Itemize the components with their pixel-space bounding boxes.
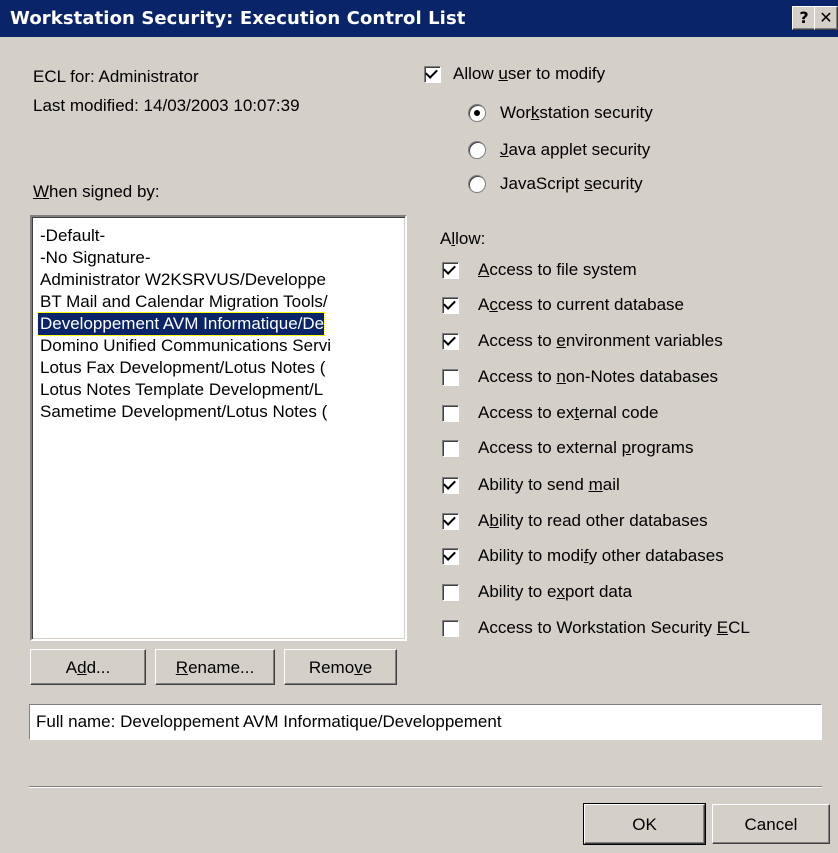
- checkbox-label: Ability to send mail: [478, 475, 620, 494]
- signers-listbox[interactable]: -Default- -No Signature- Administrator W…: [30, 215, 407, 641]
- checkbox-access-external-programs[interactable]: [442, 440, 459, 457]
- list-item[interactable]: BT Mail and Calendar Migration Tools/: [40, 291, 328, 313]
- radio-workstation-security-label: Workstation security: [500, 103, 653, 122]
- radio-workstation-security[interactable]: [468, 104, 486, 122]
- list-item[interactable]: Sametime Development/Lotus Notes (: [40, 401, 327, 423]
- allow-label: Allow:: [440, 229, 486, 248]
- allow-user-modify-label: Allow user to modify: [453, 64, 606, 83]
- list-item[interactable]: -Default-: [40, 225, 105, 247]
- radio-java-applet-security-label: Java applet security: [500, 140, 651, 159]
- radio-javascript-security-label: JavaScript security: [500, 174, 643, 193]
- checkbox-label: Access to non-Notes databases: [478, 367, 719, 386]
- checkbox-label: Access to current database: [478, 295, 685, 314]
- radio-java-applet-security[interactable]: [468, 141, 486, 159]
- add-button[interactable]: Add...: [30, 649, 146, 685]
- checkbox-access-external-code[interactable]: [442, 405, 459, 422]
- checkbox-label: Access to external code: [478, 403, 659, 422]
- full-name-box: Full name: Developpement AVM Informatiqu…: [29, 704, 822, 740]
- list-item[interactable]: -No Signature-: [40, 247, 151, 269]
- checkbox-label: Access to Workstation Security ECL: [478, 618, 750, 637]
- checkbox-ability-send-mail[interactable]: [442, 477, 459, 494]
- rename-button[interactable]: Rename...: [155, 649, 275, 685]
- list-item-selected[interactable]: Developpement AVM Informatique/De: [36, 312, 326, 336]
- checkbox-access-file-system[interactable]: [442, 262, 459, 279]
- list-item[interactable]: Domino Unified Communications Servi: [40, 335, 331, 357]
- when-signed-by-label: When signed by:: [33, 182, 160, 201]
- title-bar: Workstation Security: Execution Control …: [0, 0, 838, 37]
- ok-button[interactable]: OK: [583, 803, 706, 845]
- checkbox-access-current-database[interactable]: [442, 297, 459, 314]
- allow-user-modify-checkbox[interactable]: [424, 66, 441, 83]
- checkbox-ability-read-other-databases[interactable]: [442, 513, 459, 530]
- checkbox-label: Access to file system: [478, 260, 637, 279]
- list-item[interactable]: Lotus Notes Template Development/L: [40, 379, 323, 401]
- checkbox-access-non-notes-databases[interactable]: [442, 369, 459, 386]
- cancel-button[interactable]: Cancel: [712, 804, 830, 844]
- close-button[interactable]: ✕: [814, 6, 838, 30]
- separator: [29, 786, 822, 788]
- list-item[interactable]: Lotus Fax Development/Lotus Notes (: [40, 357, 325, 379]
- window-title: Workstation Security: Execution Control …: [10, 8, 466, 29]
- checkbox-access-environment-variables[interactable]: [442, 333, 459, 350]
- full-name-text: Full name: Developpement AVM Informatiqu…: [36, 712, 502, 731]
- radio-javascript-security[interactable]: [468, 175, 486, 193]
- last-modified-label: Last modified: 14/03/2003 10:07:39: [33, 96, 300, 115]
- remove-button[interactable]: Remove: [284, 649, 397, 685]
- checkbox-ability-export-data[interactable]: [442, 584, 459, 601]
- checkbox-access-workstation-security-ecl[interactable]: [442, 620, 459, 637]
- help-button[interactable]: ?: [792, 6, 816, 30]
- list-item[interactable]: Administrator W2KSRVUS/Developpe: [40, 269, 326, 291]
- checkbox-label: Ability to read other databases: [478, 511, 708, 530]
- close-icon: ✕: [819, 8, 833, 27]
- checkbox-ability-modify-other-databases[interactable]: [442, 548, 459, 565]
- checkbox-label: Access to environment variables: [478, 331, 723, 350]
- ecl-for-label: ECL for: Administrator: [33, 67, 199, 86]
- checkbox-label: Ability to export data: [478, 582, 633, 601]
- checkbox-label: Ability to modify other databases: [478, 546, 724, 565]
- checkbox-label: Access to external programs: [478, 438, 694, 457]
